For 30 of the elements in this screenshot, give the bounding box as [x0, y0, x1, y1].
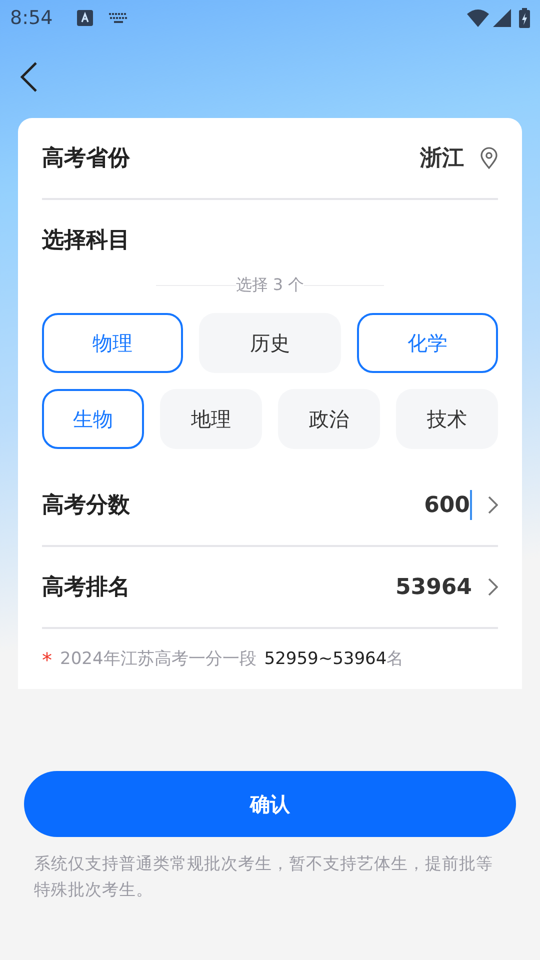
subject-chip[interactable]: 物理 [42, 313, 184, 373]
required-mark: * [42, 647, 52, 674]
score-range-note: 2024年江苏高考一分一段 52959~53964名 [60, 648, 404, 672]
subject-chip[interactable]: 地理 [160, 389, 262, 449]
chevron-right-icon[interactable] [488, 578, 498, 596]
location-pin-icon[interactable] [480, 147, 498, 169]
chevron-right-icon[interactable] [488, 496, 498, 514]
keyboard-icon [108, 12, 128, 24]
field-value[interactable]: 600 [424, 488, 470, 522]
subject-chip[interactable]: 历史 [199, 313, 341, 373]
back-icon[interactable] [20, 61, 38, 93]
field-value[interactable]: 53964 [395, 570, 472, 604]
signal-icon [493, 9, 511, 27]
field-label: 高考分数 [42, 492, 130, 520]
section-title: 选择科目 [42, 227, 131, 255]
confirm-button[interactable]: 确认 [24, 771, 516, 837]
province-value[interactable]: 浙江 [420, 142, 464, 174]
input-method-icon [76, 10, 93, 26]
subject-chip[interactable]: 化学 [356, 313, 498, 373]
field-label: 高考省份 [42, 144, 130, 172]
footer-note: 系统仅支持普通类常规批次考生，暂不支持艺体生，提前批等特殊批次考生。 [34, 853, 494, 901]
hint-text: 选择 3 个 [236, 274, 304, 296]
text-cursor [470, 490, 472, 520]
battery-icon [519, 8, 530, 28]
wifi-icon [467, 9, 489, 27]
subject-chip[interactable]: 技术 [396, 389, 498, 449]
subject-chip[interactable]: 生物 [42, 389, 144, 449]
status-time: 8:54 [10, 6, 53, 31]
field-label: 高考排名 [42, 574, 130, 602]
subject-chip[interactable]: 政治 [278, 389, 380, 449]
